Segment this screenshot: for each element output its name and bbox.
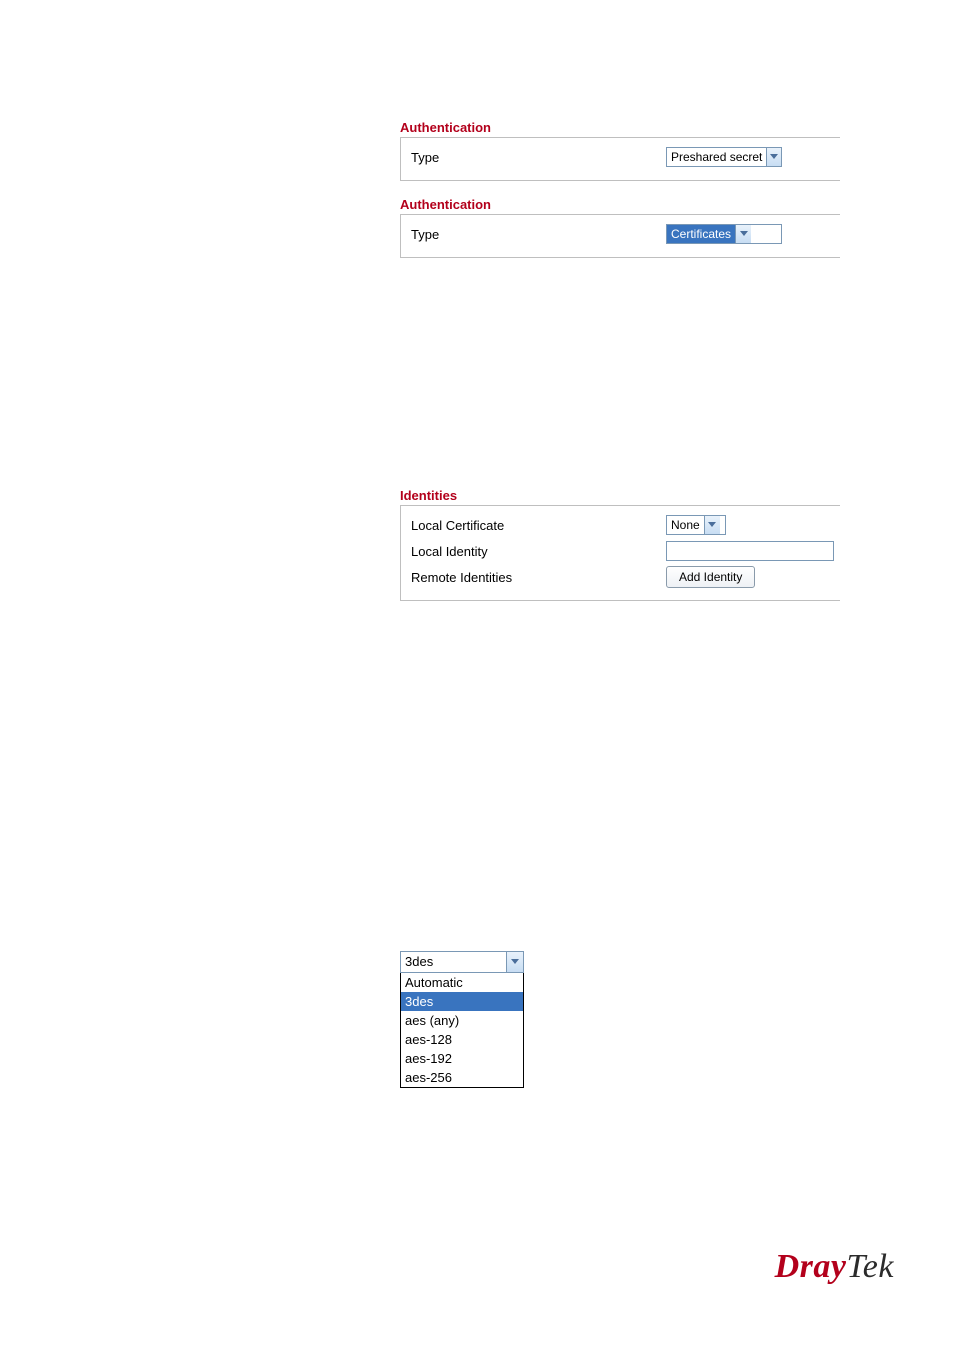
identities-panel: Local Certificate None Local Identity Re… — [400, 505, 840, 601]
remote-identities-label: Remote Identities — [411, 570, 666, 585]
encryption-selected: 3des — [401, 952, 506, 972]
auth2-type-value: Certificates — [667, 225, 735, 243]
encryption-option[interactable]: aes-128 — [401, 1030, 523, 1049]
brand-logo: DrayTek — [775, 1248, 894, 1286]
local-cert-value: None — [667, 516, 704, 534]
auth1-type-value: Preshared secret — [667, 148, 766, 166]
auth1-heading: Authentication — [400, 120, 840, 135]
auth2-panel: Type Certificates — [400, 214, 840, 258]
local-identity-input[interactable] — [666, 541, 834, 561]
local-identity-label: Local Identity — [411, 544, 666, 559]
encryption-dropdown[interactable]: 3des Automatic 3des aes (any) aes-128 ae… — [400, 951, 524, 1088]
local-cert-select[interactable]: None — [666, 515, 726, 535]
identities-heading: Identities — [400, 488, 840, 503]
chevron-down-icon — [766, 148, 781, 166]
auth2-type-label: Type — [411, 227, 666, 242]
encryption-option[interactable]: Automatic — [401, 973, 523, 992]
encryption-option[interactable]: aes-256 — [401, 1068, 523, 1087]
local-cert-label: Local Certificate — [411, 518, 666, 533]
encryption-options-list: Automatic 3des aes (any) aes-128 aes-192… — [400, 973, 524, 1088]
encryption-option[interactable]: 3des — [401, 992, 523, 1011]
auth2-heading: Authentication — [400, 197, 840, 212]
chevron-down-icon — [506, 952, 523, 972]
auth2-type-select[interactable]: Certificates — [666, 224, 782, 244]
chevron-down-icon — [735, 225, 751, 243]
auth1-type-select[interactable]: Preshared secret — [666, 147, 782, 167]
auth1-type-label: Type — [411, 150, 666, 165]
encryption-option[interactable]: aes-192 — [401, 1049, 523, 1068]
chevron-down-icon — [704, 516, 720, 534]
add-identity-button[interactable]: Add Identity — [666, 566, 755, 588]
encryption-option[interactable]: aes (any) — [401, 1011, 523, 1030]
auth1-panel: Type Preshared secret — [400, 137, 840, 181]
